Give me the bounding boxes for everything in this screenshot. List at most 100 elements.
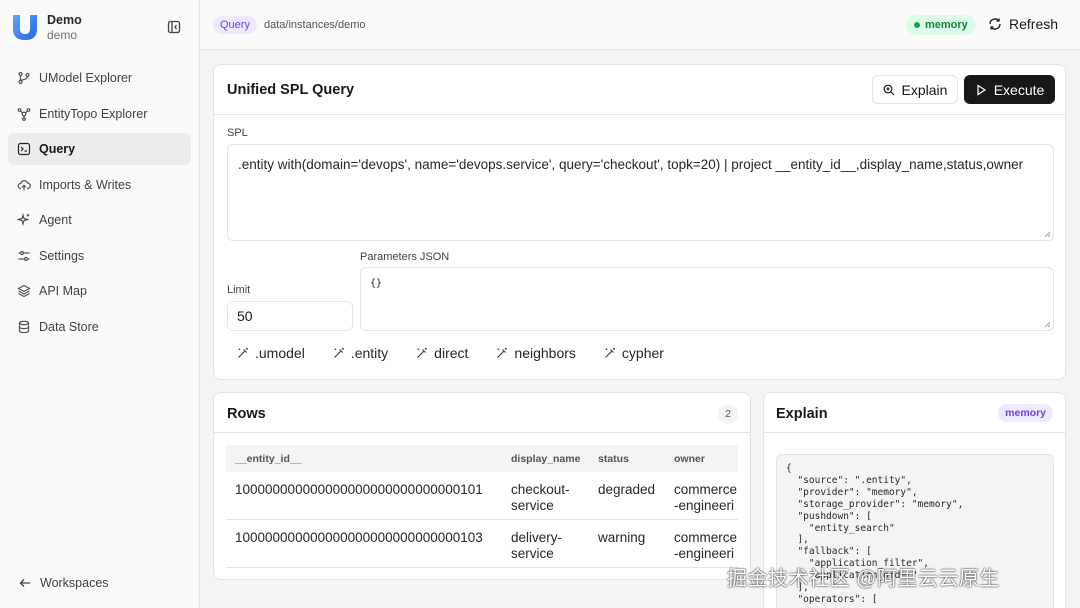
template-label: neighbors: [514, 345, 576, 361]
template-label: .umodel: [255, 345, 305, 361]
app-logo-icon: [13, 15, 37, 40]
cell-owner: commerce-engineering: [674, 482, 738, 513]
watermark: 掘金技术社区 @阿里云云原生: [727, 568, 1000, 590]
divider: [764, 432, 1065, 433]
sidebar-item-label: Settings: [39, 248, 85, 263]
sidebar-item-api-map[interactable]: API Map: [8, 275, 191, 307]
arrow-left-icon: [19, 579, 30, 587]
status-dot-icon: [914, 22, 920, 28]
sidebar-nav: UModel Explorer EntityTopo Explorer Quer…: [8, 62, 191, 346]
explain-card-title: Explain: [776, 406, 828, 422]
storage-status-label: memory: [925, 19, 968, 31]
query-card-title: Unified SPL Query: [227, 82, 355, 98]
breadcrumb-path: data/instances/demo: [264, 19, 366, 31]
sidebar-item-settings[interactable]: Settings: [8, 240, 191, 272]
wand-icon: [604, 348, 615, 358]
template-cypher-button[interactable]: cypher: [604, 345, 664, 361]
sidebar-item-entitytopo-explorer[interactable]: EntityTopo Explorer: [8, 98, 191, 130]
cloud-upload-icon: [17, 179, 31, 190]
template-label: cypher: [621, 345, 664, 361]
sidebar-item-label: Data Store: [39, 319, 99, 334]
refresh-label: Refresh: [1009, 16, 1059, 32]
execute-button[interactable]: Execute: [964, 75, 1055, 104]
sidebar-item-imports-writes[interactable]: Imports & Writes: [8, 169, 191, 201]
column-header[interactable]: status: [598, 453, 629, 465]
sidebar-item-label: Imports & Writes: [39, 177, 132, 192]
spl-value: .entity with(domain='devops', name='devo…: [238, 157, 1024, 172]
app-name: Demo: [47, 13, 82, 27]
sparkles-icon: [17, 213, 30, 227]
column-header[interactable]: owner: [674, 453, 705, 465]
table-row[interactable]: 100000000000000000000000000000103 delive…: [226, 520, 738, 568]
column-header[interactable]: display_name: [511, 453, 580, 465]
divider: [214, 432, 750, 433]
sidebar-item-agent[interactable]: Agent: [8, 204, 191, 236]
template-entity-button[interactable]: .entity: [333, 345, 388, 361]
wand-icon: [417, 348, 428, 358]
cell-display-name: delivery-service: [511, 530, 563, 561]
sidebar-toggle-button[interactable]: [165, 18, 183, 36]
query-template-list: .umodel .entity direct neighbors cypher: [237, 345, 692, 361]
results-table: __entity_id__ display_name status owner …: [226, 445, 738, 568]
divider: [214, 114, 1065, 115]
cell-status: warning: [598, 530, 646, 545]
play-icon: [977, 83, 986, 96]
git-branch-icon: [18, 71, 30, 85]
cell-owner: commerce-engineering: [674, 530, 738, 561]
limit-label: Limit: [227, 284, 251, 296]
refresh-button[interactable]: Refresh: [988, 16, 1058, 32]
sidebar-item-label: EntityTopo Explorer: [39, 106, 148, 121]
parameters-json-label: Parameters JSON: [360, 251, 450, 263]
query-card: Unified SPL Query Explain Execute SPL .e…: [213, 64, 1066, 380]
refresh-icon: [989, 18, 1001, 30]
database-icon: [18, 320, 30, 333]
storage-status-badge: memory: [906, 15, 976, 35]
sidebar-item-label: Agent: [39, 213, 72, 227]
row-count-badge: 2: [718, 404, 738, 424]
sidebar: Demo demo UModel Explorer EntityTopo Exp…: [0, 0, 200, 608]
template-direct-button[interactable]: direct: [416, 345, 468, 361]
table-row[interactable]: 100000000000000000000000000000101 checko…: [226, 472, 738, 520]
cell-entity-id: 100000000000000000000000000000103: [235, 530, 483, 545]
rows-card: Rows 2 __entity_id__ display_name status…: [213, 392, 751, 580]
sidebar-item-umodel-explorer[interactable]: UModel Explorer: [8, 62, 191, 94]
column-header[interactable]: __entity_id__: [235, 453, 302, 465]
spl-label: SPL: [227, 127, 248, 139]
workspace-switcher[interactable]: Demo demo: [10, 10, 190, 44]
top-bar: Query data/instances/demo memory Refresh: [200, 0, 1080, 50]
parameters-json-value: {}: [370, 278, 383, 289]
workspaces-link[interactable]: Workspaces: [18, 576, 109, 590]
table-header: __entity_id__ display_name status owner: [226, 445, 738, 472]
limit-input[interactable]: 50: [227, 301, 353, 331]
explain-provider-badge: memory: [998, 404, 1053, 422]
terminal-square-icon: [17, 142, 31, 156]
sidebar-item-label: UModel Explorer: [39, 71, 133, 85]
template-label: .entity: [350, 345, 389, 361]
sidebar-item-data-store[interactable]: Data Store: [8, 311, 191, 343]
template-umodel-button[interactable]: .umodel: [237, 345, 305, 361]
cell-status: degraded: [598, 482, 656, 497]
cell-display-name: checkout-service: [511, 482, 570, 513]
spl-textarea[interactable]: .entity with(domain='devops', name='devo…: [227, 144, 1054, 241]
template-neighbors-button[interactable]: neighbors: [496, 345, 576, 361]
template-label: direct: [434, 345, 469, 361]
explain-button[interactable]: Explain: [872, 75, 958, 104]
wand-icon: [333, 348, 344, 358]
workspaces-label: Workspaces: [40, 576, 109, 590]
sidebar-item-label: Query: [39, 142, 76, 156]
execute-label: Execute: [993, 81, 1045, 98]
wand-icon: [238, 348, 248, 358]
sidebar-item-query[interactable]: Query: [8, 133, 191, 165]
section-badge: Query: [213, 16, 257, 34]
sidebar-item-label: API Map: [39, 284, 87, 298]
resize-grip-icon[interactable]: [1043, 320, 1051, 328]
topology-icon: [17, 107, 31, 121]
panel-left-icon: [167, 20, 181, 34]
parameters-json-textarea[interactable]: {}: [360, 267, 1054, 331]
search-zoom-icon: [883, 84, 894, 95]
layers-icon: [17, 284, 31, 298]
workspace-name: demo: [47, 28, 78, 42]
resize-grip-icon[interactable]: [1043, 230, 1051, 238]
cell-entity-id: 100000000000000000000000000000101: [235, 482, 483, 497]
sliders-icon: [18, 250, 30, 261]
